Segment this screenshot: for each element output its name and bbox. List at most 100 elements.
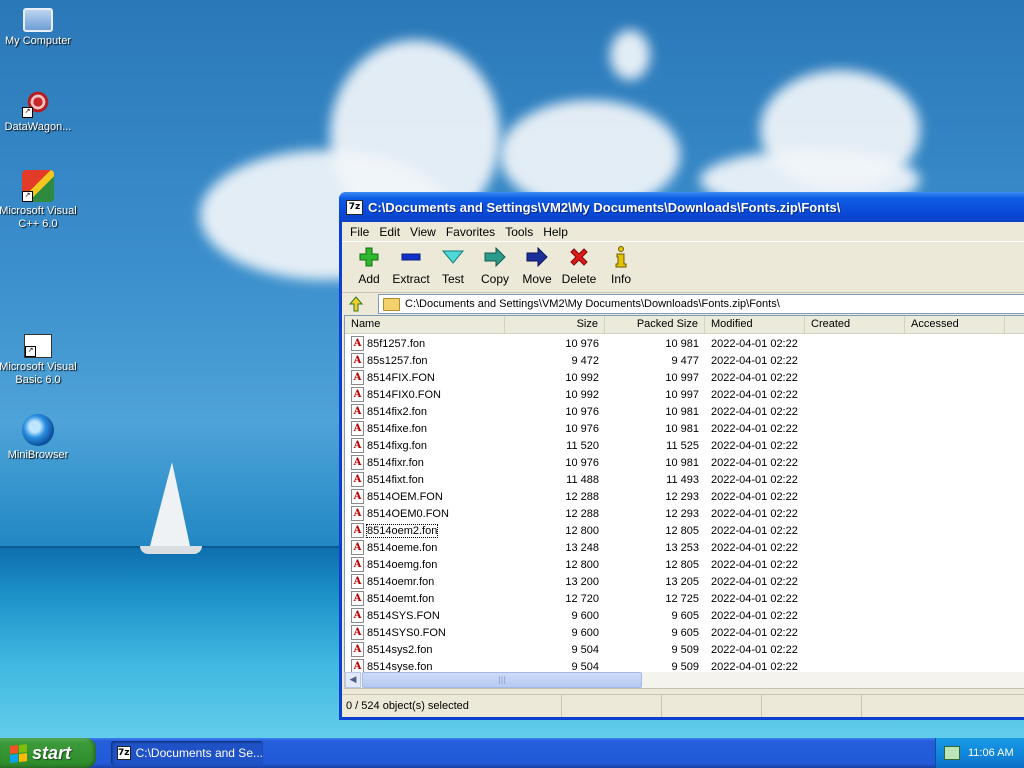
extract-button[interactable]: Extract: [390, 242, 432, 286]
file-size: 12 800: [565, 524, 599, 537]
file-list[interactable]: Name Size Packed Size Modified Created A…: [344, 315, 1024, 673]
font-file-icon: A: [351, 455, 364, 470]
file-row[interactable]: A 8514fixt.fon 11 488 11 493 2022-04-01 02:2…: [345, 471, 1024, 488]
menu-view[interactable]: View: [405, 225, 441, 239]
file-packed-size: 10 981: [665, 337, 699, 350]
file-row[interactable]: A 8514oemr.fon 13 200 13 205 2022-04-01 02:2…: [345, 573, 1024, 590]
file-row[interactable]: A 8514oemt.fon 12 720 12 725 2022-04-01 02:2…: [345, 590, 1024, 607]
file-size: 12 800: [565, 558, 599, 571]
file-packed-size: 10 997: [665, 371, 699, 384]
scrollbar-thumb[interactable]: |||: [362, 672, 642, 688]
file-row[interactable]: A 8514OEM0.FON 12 288 12 293 2022-04-01 02:2…: [345, 505, 1024, 522]
folder-icon: [383, 297, 400, 311]
minus-icon: [399, 246, 423, 268]
file-row[interactable]: A 8514fixe.fon 10 976 10 981 2022-04-01 02:2…: [345, 420, 1024, 437]
test-button[interactable]: Test: [432, 242, 474, 286]
file-row[interactable]: A 8514fixg.fon 11 520 11 525 2022-04-01 02:2…: [345, 437, 1024, 454]
font-file-icon: A: [351, 591, 364, 606]
file-modified: 2022-04-01 02:22: [711, 592, 798, 605]
file-name-cell: A 8514oemg.fon: [345, 557, 505, 572]
file-packed-size: 9 509: [671, 660, 699, 673]
network-icon[interactable]: [944, 746, 960, 760]
menu-tools[interactable]: Tools: [500, 225, 538, 239]
taskbar-window-label: C:\Documents and Se...: [135, 746, 263, 760]
file-modified: 2022-04-01 02:22: [711, 575, 798, 588]
font-file-icon: A: [351, 489, 364, 504]
desktop-icon-label: DataWagon...: [4, 121, 72, 133]
copy-arrow-icon: [483, 246, 507, 268]
address-input[interactable]: C:\Documents and Settings\VM2\My Documen…: [378, 294, 1024, 314]
file-name: 8514SYS0.FON: [367, 626, 446, 639]
menu-help[interactable]: Help: [538, 225, 573, 239]
file-row[interactable]: A 8514fix2.fon 10 976 10 981 2022-04-01 02:2…: [345, 403, 1024, 420]
file-modified: 2022-04-01 02:22: [711, 405, 798, 418]
file-row[interactable]: A 8514FIX.FON 10 992 10 997 2022-04-01 02:22: [345, 369, 1024, 386]
status-pane: [762, 695, 862, 717]
file-row[interactable]: A 8514OEM.FON 12 288 12 293 2022-04-01 02:22: [345, 488, 1024, 505]
column-header-name[interactable]: Name: [345, 316, 505, 333]
menu-file[interactable]: File: [345, 225, 374, 239]
up-arrow-icon: [348, 296, 364, 312]
desktop-icon-minibrowser[interactable]: MiniBrowser: [0, 414, 78, 462]
column-header-packed-size[interactable]: Packed Size: [605, 316, 705, 333]
file-row[interactable]: A 8514oeme.fon 13 248 13 253 2022-04-01 02:2…: [345, 539, 1024, 556]
file-row[interactable]: A 8514fixr.fon 10 976 10 981 2022-04-01 02:2…: [345, 454, 1024, 471]
file-packed-size: 12 805: [665, 524, 699, 537]
desktop-icon-my-computer[interactable]: My Computer: [0, 4, 78, 48]
file-name-cell: A 8514FIX.FON: [345, 370, 505, 385]
window-title: C:\Documents and Settings\VM2\My Documen…: [368, 199, 841, 215]
scroll-left-button[interactable]: ◀: [345, 672, 361, 688]
desktop-icon-visual-cpp[interactable]: ↗ Microsoft Visual C++ 6.0: [0, 170, 78, 231]
file-row[interactable]: A 85s1257.fon 9 472 9 477 2022-04-01 02:22: [345, 352, 1024, 369]
info-button[interactable]: Info: [600, 242, 642, 286]
menu-edit[interactable]: Edit: [374, 225, 405, 239]
desktop-icon-datawagon[interactable]: ↗ DataWagon...: [0, 86, 78, 134]
file-packed-size: 12 293: [665, 490, 699, 503]
window-titlebar[interactable]: 7z C:\Documents and Settings\VM2\My Docu…: [339, 192, 1024, 222]
column-header-accessed[interactable]: Accessed: [905, 316, 1005, 333]
file-packed-size: 12 293: [665, 507, 699, 520]
file-row[interactable]: A 85f1257.fon 10 976 10 981 2022-04-01 02:22: [345, 335, 1024, 352]
horizontal-scrollbar[interactable]: ◀ |||: [344, 672, 1024, 689]
file-modified: 2022-04-01 02:22: [711, 354, 798, 367]
file-modified: 2022-04-01 02:22: [711, 524, 798, 537]
clock[interactable]: 11:06 AM: [968, 747, 1014, 759]
file-modified: 2022-04-01 02:22: [711, 660, 798, 673]
file-name-cell: A 85s1257.fon: [345, 353, 505, 368]
file-manager-window: 7z C:\Documents and Settings\VM2\My Docu…: [339, 192, 1024, 720]
file-row[interactable]: A 8514FIX0.FON 10 992 10 997 2022-04-01 02:2…: [345, 386, 1024, 403]
desktop-icon-label: Microsoft Visual C++ 6.0: [0, 205, 77, 230]
font-file-icon: A: [351, 574, 364, 589]
file-name: 8514fixe.fon: [367, 422, 427, 435]
file-row[interactable]: A 8514syse.fon 9 504 9 509 2022-04-01 02:22: [345, 658, 1024, 673]
column-header-created[interactable]: Created: [805, 316, 905, 333]
delete-button[interactable]: Delete: [558, 242, 600, 286]
taskbar-window-button[interactable]: 7z C:\Documents and Se...: [111, 741, 263, 765]
font-file-icon: A: [351, 642, 364, 657]
shortcut-arrow-icon: ↗: [22, 191, 33, 202]
file-packed-size: 12 805: [665, 558, 699, 571]
desktop-icon-visual-basic[interactable]: ↗ Microsoft Visual Basic 6.0: [0, 334, 78, 387]
file-size: 12 288: [565, 490, 599, 503]
move-button[interactable]: Move: [516, 242, 558, 286]
file-row[interactable]: A 8514oemg.fon 12 800 12 805 2022-04-01 02:2…: [345, 556, 1024, 573]
address-bar: C:\Documents and Settings\VM2\My Documen…: [342, 293, 1024, 315]
font-file-icon: A: [351, 438, 364, 453]
column-header-size[interactable]: Size: [505, 316, 605, 333]
up-folder-button[interactable]: [346, 295, 366, 313]
copy-button[interactable]: Copy: [474, 242, 516, 286]
start-button[interactable]: start: [0, 738, 96, 768]
file-name-cell: A 8514fixe.fon: [345, 421, 505, 436]
file-row[interactable]: A 8514SYS0.FON 9 600 9 605 2022-04-01 02:22: [345, 624, 1024, 641]
menu-favorites[interactable]: Favorites: [441, 225, 500, 239]
file-row[interactable]: A 8514SYS.FON 9 600 9 605 2022-04-01 02:22: [345, 607, 1024, 624]
file-name: 8514fix2.fon: [367, 405, 427, 418]
column-header-modified[interactable]: Modified: [705, 316, 805, 333]
file-size: 9 472: [571, 354, 599, 367]
file-row[interactable]: A 8514sys2.fon 9 504 9 509 2022-04-01 02:22: [345, 641, 1024, 658]
menu-bar: File Edit View Favorites Tools Help: [342, 222, 1024, 242]
file-modified: 2022-04-01 02:22: [711, 337, 798, 350]
add-button[interactable]: Add: [348, 242, 390, 286]
file-packed-size: 10 981: [665, 405, 699, 418]
file-row[interactable]: A 8514oem2.fon 12 800 12 805 2022-04-01 02:2…: [345, 522, 1024, 539]
